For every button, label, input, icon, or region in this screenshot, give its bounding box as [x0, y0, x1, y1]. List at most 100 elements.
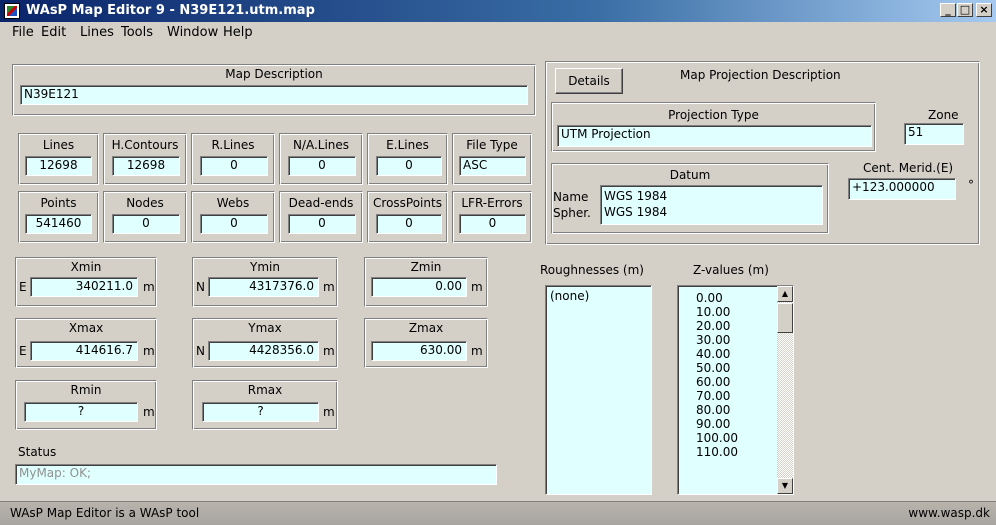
list-item[interactable]: 50.00 — [678, 361, 793, 375]
xmax-value: 414616.7 — [30, 341, 138, 361]
nodes-label: Nodes — [126, 196, 164, 210]
zone-value: 51 — [904, 123, 964, 145]
projection-type-value: UTM Projection — [557, 125, 872, 147]
list-item[interactable]: 80.00 — [678, 403, 793, 417]
scroll-up-icon[interactable]: ▲ — [777, 286, 793, 302]
map-description-caption: Map Description — [225, 67, 323, 81]
scroll-thumb[interactable] — [777, 303, 793, 333]
zmax-group: Zmax 630.00 m — [364, 318, 488, 368]
lines-value: 12698 — [25, 156, 92, 176]
lfrerrors-value: 0 — [459, 214, 526, 234]
rmin-value: ? — [24, 402, 138, 422]
zvalues-label: Z-values (m) — [693, 263, 769, 277]
lines-group: Lines 12698 — [18, 133, 99, 185]
ymin-value: 4317376.0 — [208, 277, 319, 297]
xmax-prefix: E — [19, 344, 27, 358]
xmax-unit: m — [143, 344, 155, 358]
menu-edit[interactable]: Edit — [41, 25, 66, 40]
xmin-prefix: E — [19, 280, 27, 294]
map-description-input[interactable]: N39E121 — [20, 85, 528, 105]
maximize-button[interactable]: □ — [957, 3, 973, 17]
zone-label: Zone — [928, 108, 959, 122]
roughnesses-list[interactable]: (none) — [545, 285, 652, 495]
menu-lines[interactable]: Lines — [80, 25, 114, 40]
elines-value: 0 — [376, 156, 442, 176]
rmin-label: Rmin — [70, 383, 102, 397]
nalines-label: N/A.Lines — [292, 138, 350, 152]
datum-values: WGS 1984 WGS 1984 — [600, 185, 823, 225]
ymax-group: Ymax N 4428356.0 m — [192, 318, 338, 368]
menu-help[interactable]: Help — [223, 25, 253, 40]
zmin-group: Zmin 0.00 m — [364, 257, 488, 307]
datum-name-value: WGS 1984 — [604, 189, 668, 203]
nalines-value: 0 — [288, 156, 356, 176]
status-field: MyMap: OK; — [15, 464, 497, 485]
ymax-value: 4428356.0 — [208, 341, 319, 361]
menu-file[interactable]: File — [12, 25, 34, 40]
list-item[interactable]: 40.00 — [678, 347, 793, 361]
rmax-unit: m — [323, 405, 335, 419]
cent-merid-value: +123.000000 — [848, 178, 956, 200]
title-bar[interactable]: WAsP Map Editor 9 - N39E121.utm.map _ □ … — [0, 0, 996, 22]
status-label: Status — [18, 445, 57, 459]
deadends-value: 0 — [288, 214, 356, 234]
projection-type-caption: Projection Type — [668, 108, 759, 122]
zmax-value: 630.00 — [371, 341, 467, 361]
menu-tools[interactable]: Tools — [121, 25, 153, 40]
menu-bar: File Edit Lines Tools Window Help — [0, 22, 996, 42]
status-bar-url[interactable]: www.wasp.dk — [908, 506, 990, 520]
projection-type-group: Projection Type UTM Projection — [551, 102, 876, 152]
hcontours-group: H.Contours 12698 — [103, 133, 187, 185]
list-item[interactable]: 70.00 — [678, 389, 793, 403]
list-item[interactable]: 10.00 — [678, 305, 793, 319]
xmin-label: Xmin — [70, 260, 102, 274]
rmax-group: Rmax ? m — [192, 380, 338, 430]
nodes-value: 0 — [112, 214, 180, 234]
webs-label: Webs — [216, 196, 250, 210]
crosspoints-group: CrossPoints 0 — [367, 191, 448, 243]
status-bar-text: WAsP Map Editor is a WAsP tool — [10, 506, 200, 520]
xmax-group: Xmax E 414616.7 m — [15, 318, 157, 368]
list-item[interactable]: 30.00 — [678, 333, 793, 347]
nalines-group: N/A.Lines 0 — [279, 133, 363, 185]
hcontours-value: 12698 — [112, 156, 180, 176]
minimize-button[interactable]: _ — [940, 3, 956, 17]
list-item[interactable]: 110.00 — [678, 445, 793, 459]
lines-label: Lines — [42, 138, 75, 152]
points-value: 541460 — [25, 214, 92, 234]
menu-window[interactable]: Window — [167, 25, 218, 40]
close-button[interactable]: × — [976, 3, 992, 17]
points-label: Points — [40, 196, 77, 210]
ymin-prefix: N — [196, 280, 205, 294]
datum-spher-label: Spher. — [553, 206, 591, 220]
lfrerrors-group: LFR-Errors 0 — [452, 191, 532, 243]
webs-group: Webs 0 — [191, 191, 275, 243]
list-item[interactable]: 20.00 — [678, 319, 793, 333]
ymax-prefix: N — [196, 344, 205, 358]
elines-label: E.Lines — [386, 138, 429, 152]
list-item[interactable]: (none) — [546, 289, 651, 303]
projection-caption: Map Projection Description — [680, 68, 841, 82]
list-item[interactable]: 0.00 — [678, 291, 793, 305]
datum-caption: Datum — [669, 168, 711, 182]
crosspoints-label: CrossPoints — [373, 196, 442, 210]
list-item[interactable]: 60.00 — [678, 375, 793, 389]
app-icon[interactable] — [4, 3, 20, 19]
xmin-unit: m — [143, 280, 155, 294]
rmax-value: ? — [202, 402, 319, 422]
map-description-group: Map Description N39E121 — [12, 64, 536, 116]
scroll-down-icon[interactable]: ▼ — [777, 478, 793, 494]
points-group: Points 541460 — [18, 191, 99, 243]
ymin-label: Ymin — [250, 260, 280, 274]
list-item[interactable]: 90.00 — [678, 417, 793, 431]
zvalues-scrollbar[interactable]: ▲ ▼ — [777, 286, 793, 494]
datum-group: Datum Name Spher. WGS 1984 WGS 1984 — [551, 163, 829, 234]
xmin-value: 340211.0 — [30, 277, 138, 297]
zvalues-list[interactable]: 0.00 10.00 20.00 30.00 40.00 50.00 60.00… — [677, 285, 794, 495]
list-item[interactable]: 100.00 — [678, 431, 793, 445]
roughnesses-label: Roughnesses (m) — [540, 263, 644, 277]
ymax-unit: m — [323, 344, 335, 358]
elines-group: E.Lines 0 — [367, 133, 448, 185]
details-button[interactable]: Details — [555, 68, 623, 94]
deadends-group: Dead-ends 0 — [279, 191, 363, 243]
